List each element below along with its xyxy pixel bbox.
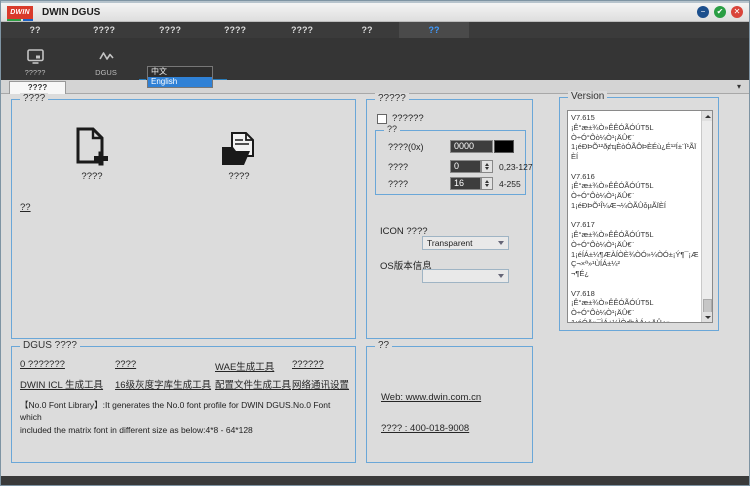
language-dropdown-list: 中文 English (147, 66, 213, 88)
tool-description-text: 【No.0 Font Library】:It generates the No.… (20, 399, 345, 436)
spin-up-icon (485, 180, 489, 183)
row2-range-hint: 0,23-127 (499, 162, 533, 172)
menu-item-2[interactable]: ???? (85, 22, 123, 38)
spin-down-icon (485, 184, 489, 187)
tab-bar: ???? ▾ (1, 80, 749, 94)
minimize-button[interactable]: − (697, 6, 709, 18)
dgus-tool-button[interactable]: DGUS (83, 41, 129, 77)
tool-link-grayscale-font[interactable]: 16级灰度字库生成工具 (115, 377, 211, 391)
new-file-icon (74, 126, 108, 168)
version-panel: Version V7.615 ¡Ê°æ±¾Ò»ÊÊÓÃÓÚT5L Ò÷Ó°Ôò¼… (559, 97, 719, 331)
preview-tool-button[interactable]: ????? (9, 41, 61, 77)
settings-checkbox-label: ?????? (392, 113, 424, 124)
project-panel: ???? ???? ???? ?? (11, 99, 356, 339)
open-project-label: ???? (204, 171, 274, 182)
tool-link-config-file[interactable]: 配置文件生成工具 (215, 377, 291, 391)
language-option-chinese[interactable]: 中文 (148, 67, 212, 77)
dgus-tools-panel: DGUS ???? 0 ??????? ???? WAE生成工具 ?????? … (11, 346, 356, 463)
project-help-link[interactable]: ?? (20, 202, 31, 213)
project-panel-title: ???? (20, 93, 48, 104)
toolbar: ????? DGUS Language 中文 (1, 38, 749, 80)
preview-tool-label: ????? (25, 68, 46, 77)
phone-link[interactable]: ???? : 400-018-9008 (381, 423, 469, 434)
color-row-label: ????(0x) (388, 142, 424, 152)
chevron-down-icon (498, 241, 504, 245)
row3-range-hint: 4-255 (499, 179, 521, 189)
menu-item-6[interactable]: ?? (353, 22, 381, 38)
os-version-combobox[interactable] (422, 269, 509, 283)
monitor-icon (27, 47, 44, 65)
new-project-label: ???? (57, 171, 127, 182)
tool-link-network[interactable]: 网络通讯设置 (292, 377, 349, 391)
menu-item-3[interactable]: ???? (151, 22, 189, 38)
app-window: DWIN DWIN DGUS − ✔ ✕ ?? ???? ???? ???? ?… (0, 0, 750, 486)
new-project-button[interactable] (74, 126, 108, 168)
row3-spinner[interactable] (481, 177, 493, 190)
logo-text: DWIN (10, 9, 29, 16)
settings-inner-group-title: ?? (384, 124, 400, 134)
settings-panel-title: ????? (375, 93, 409, 104)
close-button[interactable]: ✕ (731, 6, 743, 18)
open-folder-icon (220, 131, 260, 167)
content-area: ???? ???? ???? ?? ????? ?????? ?? ????(0… (1, 94, 749, 476)
waveform-icon (99, 47, 114, 65)
dwin-logo-icon: DWIN (7, 6, 33, 19)
row3-value-input[interactable]: 16 (450, 177, 481, 190)
scroll-up-icon[interactable] (702, 111, 713, 121)
menu-item-7-active[interactable]: ?? (399, 22, 469, 38)
tool-link-icl[interactable]: DWIN ICL 生成工具 (20, 377, 103, 391)
icon-mode-value: Transparent (427, 238, 473, 248)
dgus-tool-label: DGUS (95, 68, 117, 77)
version-textbox[interactable]: V7.615 ¡Ê°æ±¾Ò»ÊÊÓÃÓÚT5L Ò÷Ó°Ôò¼Ò¹¡ÄÛ€¨ … (567, 110, 713, 323)
chevron-down-icon (498, 274, 504, 278)
menu-item-4[interactable]: ???? (216, 22, 254, 38)
version-text: V7.615 ¡Ê°æ±¾Ò»ÊÊÓÃÓÚT5L Ò÷Ó°Ôò¼Ò¹¡ÄÛ€¨ … (571, 113, 699, 323)
row2-value-input[interactable]: 0 (450, 160, 481, 173)
menu-item-5[interactable]: ???? (283, 22, 321, 38)
settings-panel: ????? ?????? ?? ????(0x) 0000 ???? 0 0,2… (366, 99, 533, 339)
row2-label: ???? (388, 162, 408, 172)
color-value-input[interactable]: 0000 (450, 140, 493, 153)
row3-label: ???? (388, 179, 408, 189)
icon-mode-combobox[interactable]: Transparent (422, 236, 509, 250)
version-scrollbar[interactable] (701, 111, 712, 322)
settings-checkbox-row[interactable]: ?????? (377, 113, 424, 124)
row2-spinner[interactable] (481, 160, 493, 173)
tab-overflow-icon[interactable]: ▾ (737, 82, 741, 91)
tool-link-wae[interactable]: WAE生成工具 (215, 359, 274, 373)
tool-link-font0[interactable]: 0 ??????? (20, 359, 65, 370)
open-project-button[interactable] (220, 131, 260, 167)
website-link[interactable]: Web: www.dwin.com.cn (381, 392, 481, 403)
language-option-english[interactable]: English (148, 77, 212, 87)
contact-panel-title: ?? (375, 340, 392, 351)
menu-item-1[interactable]: ?? (21, 22, 49, 38)
spin-up-icon (485, 163, 489, 166)
icon-mode-label: ICON ???? (380, 226, 428, 237)
maximize-button[interactable]: ✔ (714, 6, 726, 18)
dgus-tools-panel-title: DGUS ???? (20, 340, 80, 351)
menu-bar: ?? ???? ???? ???? ???? ?? ?? (1, 22, 749, 38)
settings-inner-group: ?? ????(0x) 0000 ???? 0 0,23-127 ???? 16… (375, 130, 526, 195)
tool-link-2[interactable]: ???? (115, 359, 136, 370)
color-swatch[interactable] (494, 140, 514, 153)
version-panel-title: Version (568, 91, 607, 102)
title-bar: DWIN DWIN DGUS − ✔ ✕ (1, 1, 749, 22)
contact-panel: ?? Web: www.dwin.com.cn ???? : 400-018-9… (366, 346, 533, 463)
spin-down-icon (485, 167, 489, 170)
tool-link-4[interactable]: ?????? (292, 359, 324, 370)
checkbox-icon[interactable] (377, 114, 387, 124)
scroll-down-icon[interactable] (702, 312, 713, 322)
window-title: DWIN DGUS (42, 7, 100, 18)
status-bar (1, 476, 749, 485)
